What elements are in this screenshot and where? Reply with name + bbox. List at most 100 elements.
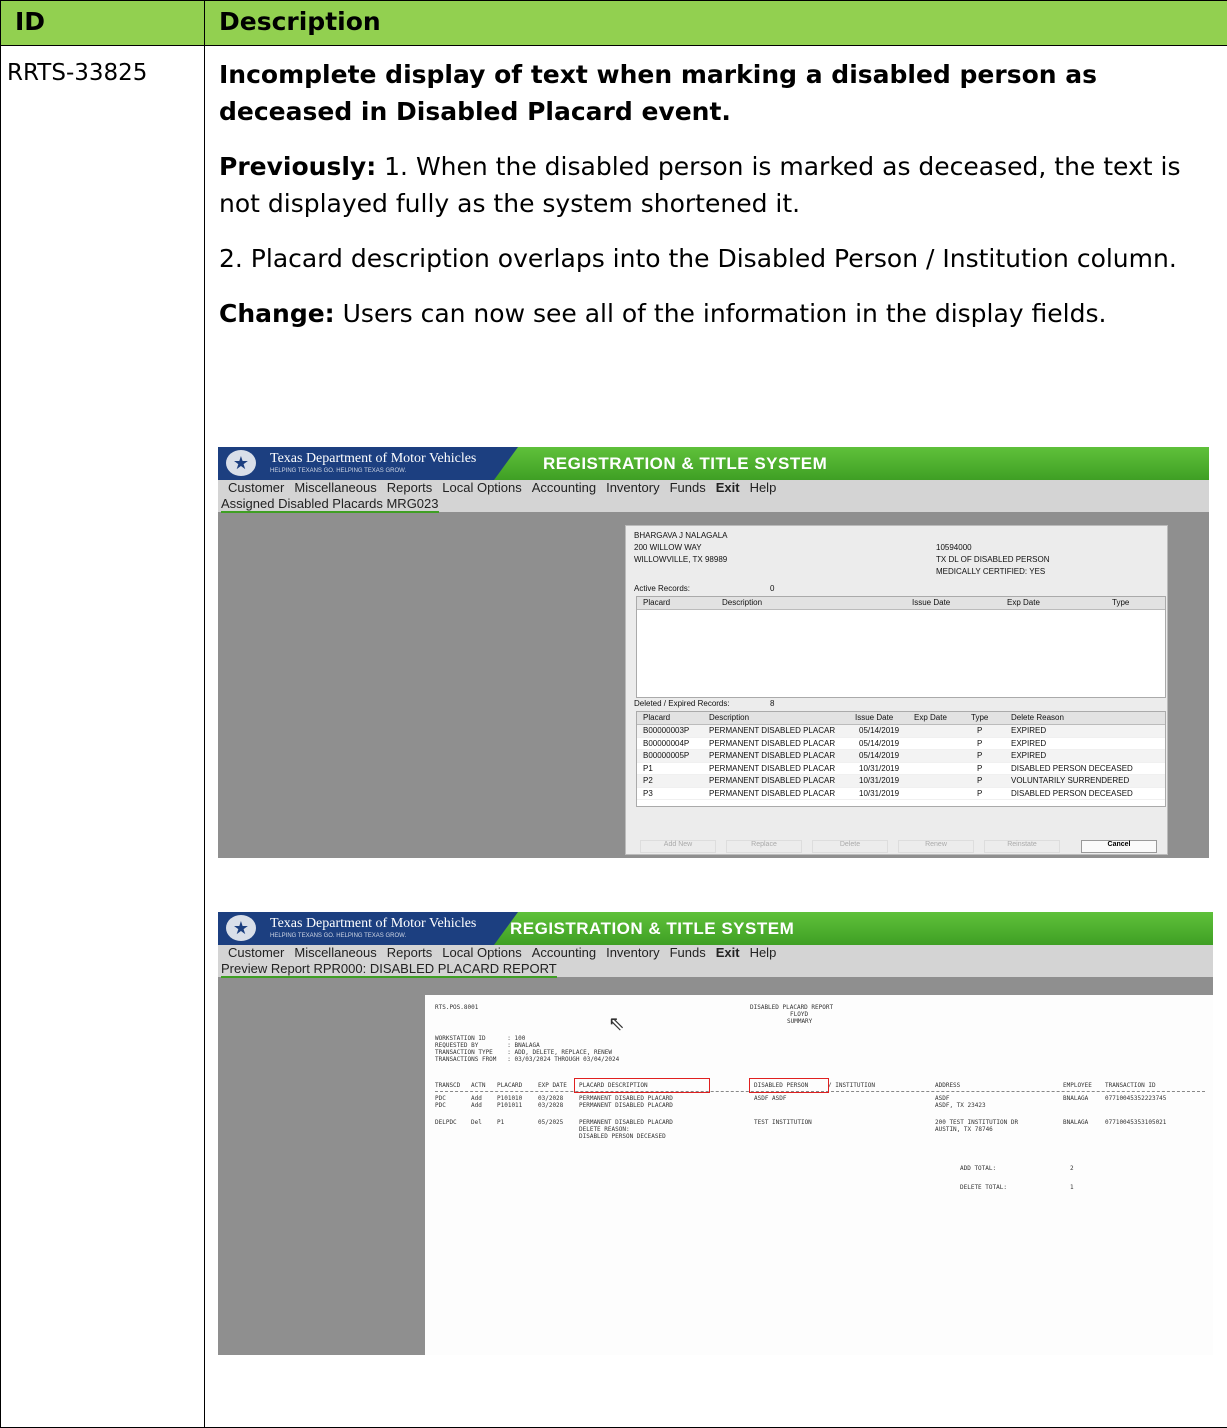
dl-type: TX DL OF DISABLED PERSON: [936, 555, 1050, 564]
txdmv-logo-icon: ★: [226, 915, 256, 941]
table-row[interactable]: B00000004P PERMANENT DISABLED PLACAR 05/14…: [637, 738, 1165, 750]
menu-exit[interactable]: Exit: [716, 480, 740, 495]
table-cell: EXPIRED: [1011, 751, 1047, 760]
table-cell: 10/31/2019: [859, 776, 900, 785]
org-tagline: HELPING TEXANS GO. HELPING TEXAS GROW.: [270, 933, 407, 939]
table-cell: P2: [643, 776, 653, 785]
table-cell: P1: [643, 763, 653, 773]
table-row[interactable]: P2 PERMANENT DISABLED PLACAR 10/31/2019 P VO…: [637, 775, 1165, 788]
menu-exit[interactable]: Exit: [716, 945, 740, 960]
menu-bar: Customer Miscellaneous Reports Local Option…: [218, 480, 1209, 496]
report-preview[interactable]: RTS.POS.8001 DISABLED PLACARD REPORT FLO…: [425, 995, 1213, 1355]
menu-funds[interactable]: Funds: [670, 945, 706, 960]
menu-bar: Customer Miscellaneous Reports Local Option…: [218, 945, 1213, 961]
report-county: FLOYD: [790, 1011, 809, 1018]
system-title: REGISTRATION & TITLE SYSTEM: [510, 919, 795, 938]
screenshot-placard-report: ★ Texas Department of Motor Vehicles HEL…: [218, 912, 1213, 1355]
meta-workstation: WORKSTATION ID : 100: [435, 1035, 526, 1042]
meta-transaction-type: TRANSACTION TYPE : ADD, DELETE, REPLACE,…: [435, 1049, 613, 1056]
table-cell: 05/14/2019: [859, 738, 900, 748]
menu-inventory[interactable]: Inventory: [606, 945, 659, 960]
table-cell: 10/31/2019: [859, 788, 900, 798]
report-title: DISABLED PLACARD REPORT: [750, 1004, 834, 1011]
table-cell: P: [977, 738, 983, 748]
delete-total-label: DELETE TOTAL:: [960, 1184, 1007, 1191]
menu-local-options[interactable]: Local Options: [442, 480, 522, 495]
menu-inventory[interactable]: Inventory: [606, 480, 659, 495]
add-total-value: 2: [1070, 1165, 1074, 1172]
table-cell: P3: [643, 788, 653, 798]
table-cell: PERMANENT DISABLED PLACAR: [709, 788, 836, 798]
mouse-pointer-icon: ⇖: [608, 1011, 625, 1035]
menu-help[interactable]: Help: [750, 480, 777, 495]
menu-customer[interactable]: Customer: [228, 945, 284, 960]
table-cell: PERMANENT DISABLED PLACAR: [709, 738, 836, 748]
meta-requested-by: REQUESTED BY : BNALAGA: [435, 1042, 540, 1049]
menu-miscellaneous[interactable]: Miscellaneous: [294, 480, 376, 495]
breadcrumb: Assigned Disabled Placards MRG023: [218, 496, 1209, 513]
cancel-button[interactable]: Cancel: [1081, 840, 1157, 853]
table-cell: 05/14/2019: [859, 751, 900, 760]
previously-paragraph: Previously: 1. When the disabled person …: [219, 152, 1181, 218]
table-cell: PERMANENT DISABLED PLACAR: [709, 763, 836, 773]
active-records-count: 0: [770, 584, 775, 593]
table-cell: B00000005P: [643, 751, 690, 760]
medically-certified: MEDICALLY CERTIFIED: YES: [936, 567, 1046, 576]
table-cell: B00000004P: [643, 738, 690, 748]
change-paragraph: Change: Users can now see all of the inf…: [219, 299, 1107, 328]
placard-dialog: BHARGAVA J NALAGALA 200 WILLOW WAY WILLO…: [625, 525, 1168, 855]
table-row[interactable]: B00000005P PERMANENT DISABLED PLACAR 05/14…: [637, 750, 1165, 763]
org-tagline: HELPING TEXANS GO. HELPING TEXAS GROW.: [270, 468, 407, 474]
table-cell: EXPIRED: [1011, 738, 1047, 748]
address-line-2: WILLOWVILLE, TX 98989: [634, 555, 728, 564]
reinstate-button[interactable]: Reinstate: [984, 840, 1060, 853]
breadcrumb: Preview Report RPR000: DISABLED PLACARD …: [218, 961, 1213, 978]
table-cell: DISABLED PERSON DECEASED: [1011, 763, 1133, 773]
issue-title: Incomplete display of text when marking …: [219, 60, 1098, 126]
replace-button[interactable]: Replace: [726, 840, 802, 853]
org-name: Texas Department of Motor Vehicles: [270, 916, 477, 931]
deleted-records-label: Deleted / Expired Records:: [634, 699, 730, 708]
id-column-header: ID: [0, 0, 205, 46]
add-new-button[interactable]: Add New: [640, 840, 716, 853]
menu-reports[interactable]: Reports: [387, 480, 433, 495]
app-header: ★ Texas Department of Motor Vehicles HEL…: [218, 447, 1209, 480]
org-name: Texas Department of Motor Vehicles: [270, 451, 477, 466]
menu-local-options[interactable]: Local Options: [442, 945, 522, 960]
txdmv-logo-icon: ★: [226, 450, 256, 476]
delete-button[interactable]: Delete: [812, 840, 888, 853]
table-cell: 05/14/2019: [859, 726, 900, 735]
issue-id-cell: RRTS-33825: [0, 45, 205, 1428]
table-cell: PERMANENT DISABLED PLACAR: [709, 751, 836, 760]
menu-reports[interactable]: Reports: [387, 945, 433, 960]
table-cell: P: [977, 763, 983, 773]
table-cell: P: [977, 751, 983, 760]
table-cell: P: [977, 726, 983, 735]
system-title: REGISTRATION & TITLE SYSTEM: [543, 454, 828, 473]
app-header: ★ Texas Department of Motor Vehicles HEL…: [218, 912, 1213, 945]
screenshot-assigned-placards: ★ Texas Department of Motor Vehicles HEL…: [218, 447, 1209, 858]
renew-button[interactable]: Renew: [898, 840, 974, 853]
menu-accounting[interactable]: Accounting: [532, 945, 596, 960]
menu-miscellaneous[interactable]: Miscellaneous: [294, 945, 376, 960]
dialog-buttons: Add New Replace Delete Renew Reinstate C…: [626, 840, 1167, 853]
placard-description-highlight: [574, 1078, 710, 1093]
report-code: RTS.POS.8001: [435, 1004, 479, 1011]
report-summary: SUMMARY: [787, 1018, 813, 1025]
menu-customer[interactable]: Customer: [228, 480, 284, 495]
address-line-1: 200 WILLOW WAY: [634, 543, 702, 552]
menu-accounting[interactable]: Accounting: [532, 480, 596, 495]
description-column-header: Description: [204, 0, 1227, 46]
table-row[interactable]: P3 PERMANENT DISABLED PLACAR 10/31/2019 P DI…: [637, 788, 1165, 800]
table-cell: P: [977, 788, 983, 798]
active-records-grid[interactable]: Placard Description Issue Date Exp Date …: [636, 596, 1166, 698]
menu-help[interactable]: Help: [750, 945, 777, 960]
table-cell: P: [977, 776, 983, 785]
table-cell: PERMANENT DISABLED PLACAR: [709, 776, 836, 785]
table-row[interactable]: B00000003P PERMANENT DISABLED PLACAR 05/14…: [637, 725, 1165, 738]
customer-name: BHARGAVA J NALAGALA: [634, 531, 728, 540]
deleted-records-count: 8: [770, 699, 775, 708]
menu-funds[interactable]: Funds: [670, 480, 706, 495]
table-row[interactable]: P1 PERMANENT DISABLED PLACAR 10/31/2019 P DI…: [637, 763, 1165, 775]
deleted-records-grid[interactable]: Placard Description Issue Date Exp Date …: [636, 711, 1166, 807]
